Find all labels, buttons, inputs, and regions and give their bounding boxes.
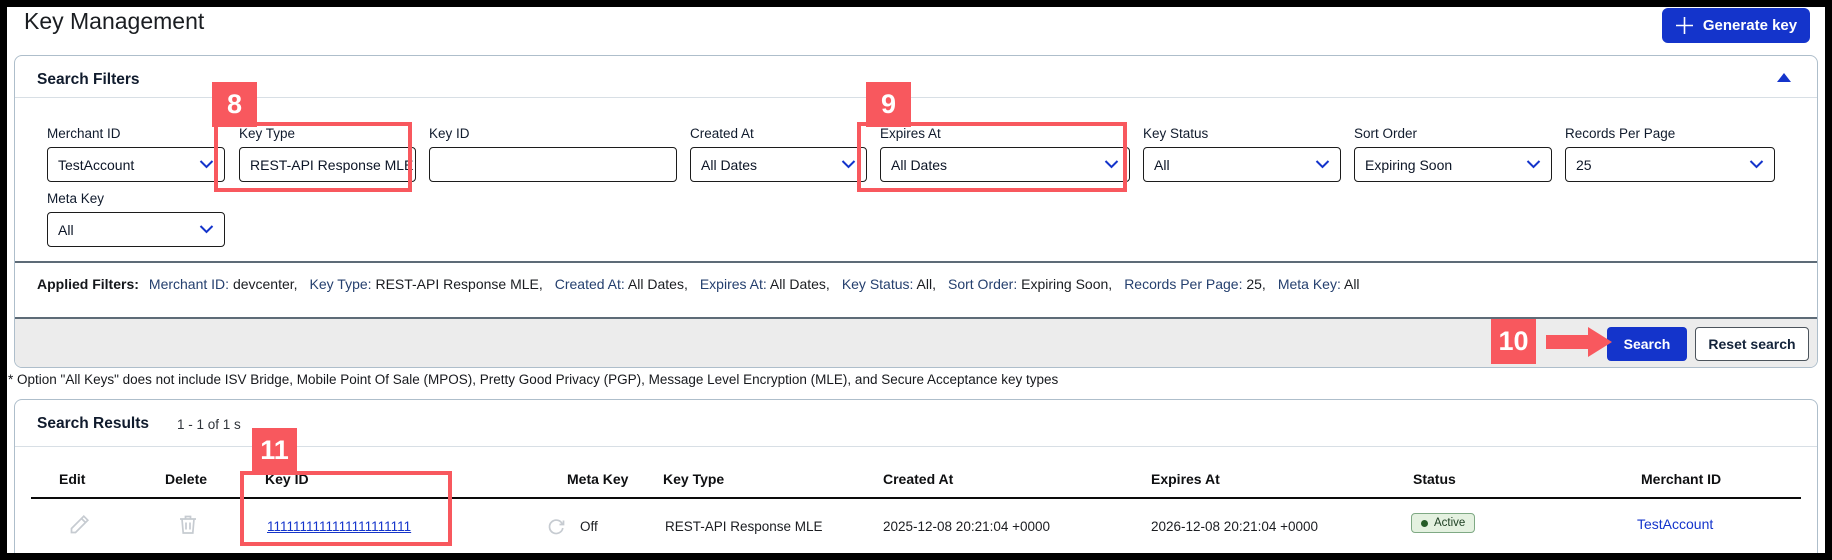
- annotation-box-key-type: [214, 122, 412, 192]
- col-header-edit: Edit: [59, 471, 86, 487]
- cell-expires-at: 2026-12-08 20:21:04 +0000: [1151, 519, 1319, 534]
- annotation-box-key-id: [240, 471, 452, 546]
- annotation-arrow-head-icon: [1588, 327, 1612, 357]
- plus-icon: [1675, 17, 1693, 34]
- applied-filter-name: Sort Order:: [947, 276, 1022, 292]
- chevron-down-icon: [1526, 160, 1541, 169]
- annotation-step-8: 8: [212, 82, 257, 127]
- chevron-down-icon: [1749, 160, 1764, 169]
- col-header-key-type: Key Type: [663, 471, 725, 487]
- merchant-id-field: Merchant ID TestAccount: [47, 126, 225, 182]
- key-id-field: Key ID: [429, 126, 677, 182]
- applied-filter-value: REST-API Response MLE,: [375, 276, 543, 292]
- cell-meta-key: Off: [580, 519, 598, 534]
- records-per-page-field: Records Per Page 25: [1565, 126, 1775, 182]
- col-header-created-at: Created At: [883, 471, 954, 487]
- pencil-icon: [70, 514, 90, 534]
- key-id-input[interactable]: [429, 147, 677, 182]
- applied-filter-value: Expiring Soon,: [1021, 276, 1113, 292]
- applied-filter-name: Created At:: [554, 276, 628, 292]
- status-dot-icon: [1421, 519, 1428, 527]
- refresh-icon: [548, 518, 565, 534]
- applied-filters-label: Applied Filters:: [37, 276, 139, 292]
- key-id-label: Key ID: [429, 126, 470, 141]
- applied-filter-name: Merchant ID:: [148, 276, 233, 292]
- edit-button[interactable]: [67, 512, 93, 538]
- key-status-field: Key Status All: [1143, 126, 1341, 182]
- annotation-step-11: 11: [252, 428, 297, 473]
- created-at-select[interactable]: All Dates: [690, 147, 867, 182]
- generate-key-label: Generate key: [1702, 17, 1798, 34]
- status-badge-label: Active: [1434, 517, 1466, 529]
- sort-order-label: Sort Order: [1354, 126, 1418, 141]
- all-keys-footnote: * Option "All Keys" does not include ISV…: [8, 372, 1059, 387]
- generate-key-button[interactable]: Generate key: [1662, 8, 1810, 43]
- created-at-field: Created At All Dates: [690, 126, 867, 182]
- col-header-expires-at: Expires At: [1151, 471, 1220, 487]
- col-header-merchant-id: Merchant ID: [1641, 471, 1722, 487]
- sort-order-value: Expiring Soon: [1365, 156, 1453, 173]
- created-at-label: Created At: [690, 126, 754, 141]
- divider: [15, 261, 1817, 263]
- search-filters-panel: Search Filters Merchant ID TestAccount K…: [14, 55, 1818, 368]
- applied-filter-value: 25,: [1246, 276, 1266, 292]
- annotation-box-expires-at: [857, 122, 1127, 192]
- merchant-id-link[interactable]: TestAccount: [1637, 516, 1713, 532]
- meta-key-value: All: [58, 221, 74, 238]
- status-badge: Active: [1411, 513, 1476, 533]
- records-per-page-value: 25: [1576, 156, 1592, 173]
- sort-order-field: Sort Order Expiring Soon: [1354, 126, 1552, 182]
- delete-button[interactable]: [175, 512, 201, 538]
- trash-icon: [180, 515, 196, 534]
- applied-filter-name: Key Type:: [309, 276, 376, 292]
- search-button[interactable]: Search: [1607, 327, 1687, 361]
- meta-key-select[interactable]: All: [47, 212, 225, 247]
- page-title: Key Management: [24, 8, 205, 34]
- results-count: 1 - 1 of 1 s: [177, 417, 241, 432]
- cell-created-at: 2025-12-08 20:21:04 +0000: [883, 519, 1051, 534]
- records-per-page-select[interactable]: 25: [1565, 147, 1775, 182]
- key-management-screen: Key Management Generate key Search Filte…: [0, 0, 1832, 560]
- divider: [15, 97, 1817, 98]
- col-header-status: Status: [1413, 471, 1456, 487]
- key-status-value: All: [1154, 156, 1170, 173]
- chevron-down-icon: [841, 160, 856, 169]
- meta-key-field: Meta Key All: [47, 191, 225, 247]
- results-panel-title: Search Results: [37, 415, 149, 432]
- merchant-id-value: TestAccount: [58, 156, 135, 173]
- collapse-caret-icon[interactable]: [1777, 73, 1791, 82]
- merchant-id-select[interactable]: TestAccount: [47, 147, 225, 182]
- applied-filter-value: All Dates,: [627, 276, 688, 292]
- col-header-delete: Delete: [165, 471, 208, 487]
- applied-filter-value: All,: [916, 276, 936, 292]
- filters-panel-title: Search Filters: [37, 71, 140, 88]
- applied-filter-value: All: [1343, 276, 1360, 292]
- records-per-page-label: Records Per Page: [1565, 126, 1676, 141]
- meta-key-label: Meta Key: [47, 191, 105, 206]
- annotation-step-10: 10: [1491, 319, 1536, 364]
- cell-key-type: REST-API Response MLE: [665, 519, 823, 534]
- applied-filter-name: Expires At:: [699, 276, 770, 292]
- chevron-down-icon: [199, 160, 214, 169]
- applied-filter-name: Records Per Page:: [1124, 276, 1247, 292]
- col-header-meta-key: Meta Key: [567, 471, 629, 487]
- applied-filter-value: devcenter,: [232, 276, 298, 292]
- annotation-step-9: 9: [866, 82, 911, 127]
- renew-key-button[interactable]: [543, 514, 569, 540]
- applied-filter-name: Meta Key:: [1277, 276, 1344, 292]
- created-at-value: All Dates: [701, 156, 758, 173]
- key-status-select[interactable]: All: [1143, 147, 1341, 182]
- sort-order-select[interactable]: Expiring Soon: [1354, 147, 1552, 182]
- chevron-down-icon: [1315, 160, 1330, 169]
- key-status-label: Key Status: [1143, 126, 1209, 141]
- chevron-down-icon: [199, 225, 214, 234]
- merchant-id-label: Merchant ID: [47, 126, 121, 141]
- applied-filter-value: All Dates,: [769, 276, 830, 292]
- reset-search-button[interactable]: Reset search: [1695, 327, 1809, 361]
- applied-filter-name: Key Status:: [841, 276, 917, 292]
- applied-filters-line: Applied Filters: Merchant ID: devcenter, K…: [37, 276, 1797, 292]
- annotation-arrow-icon: [1546, 335, 1588, 349]
